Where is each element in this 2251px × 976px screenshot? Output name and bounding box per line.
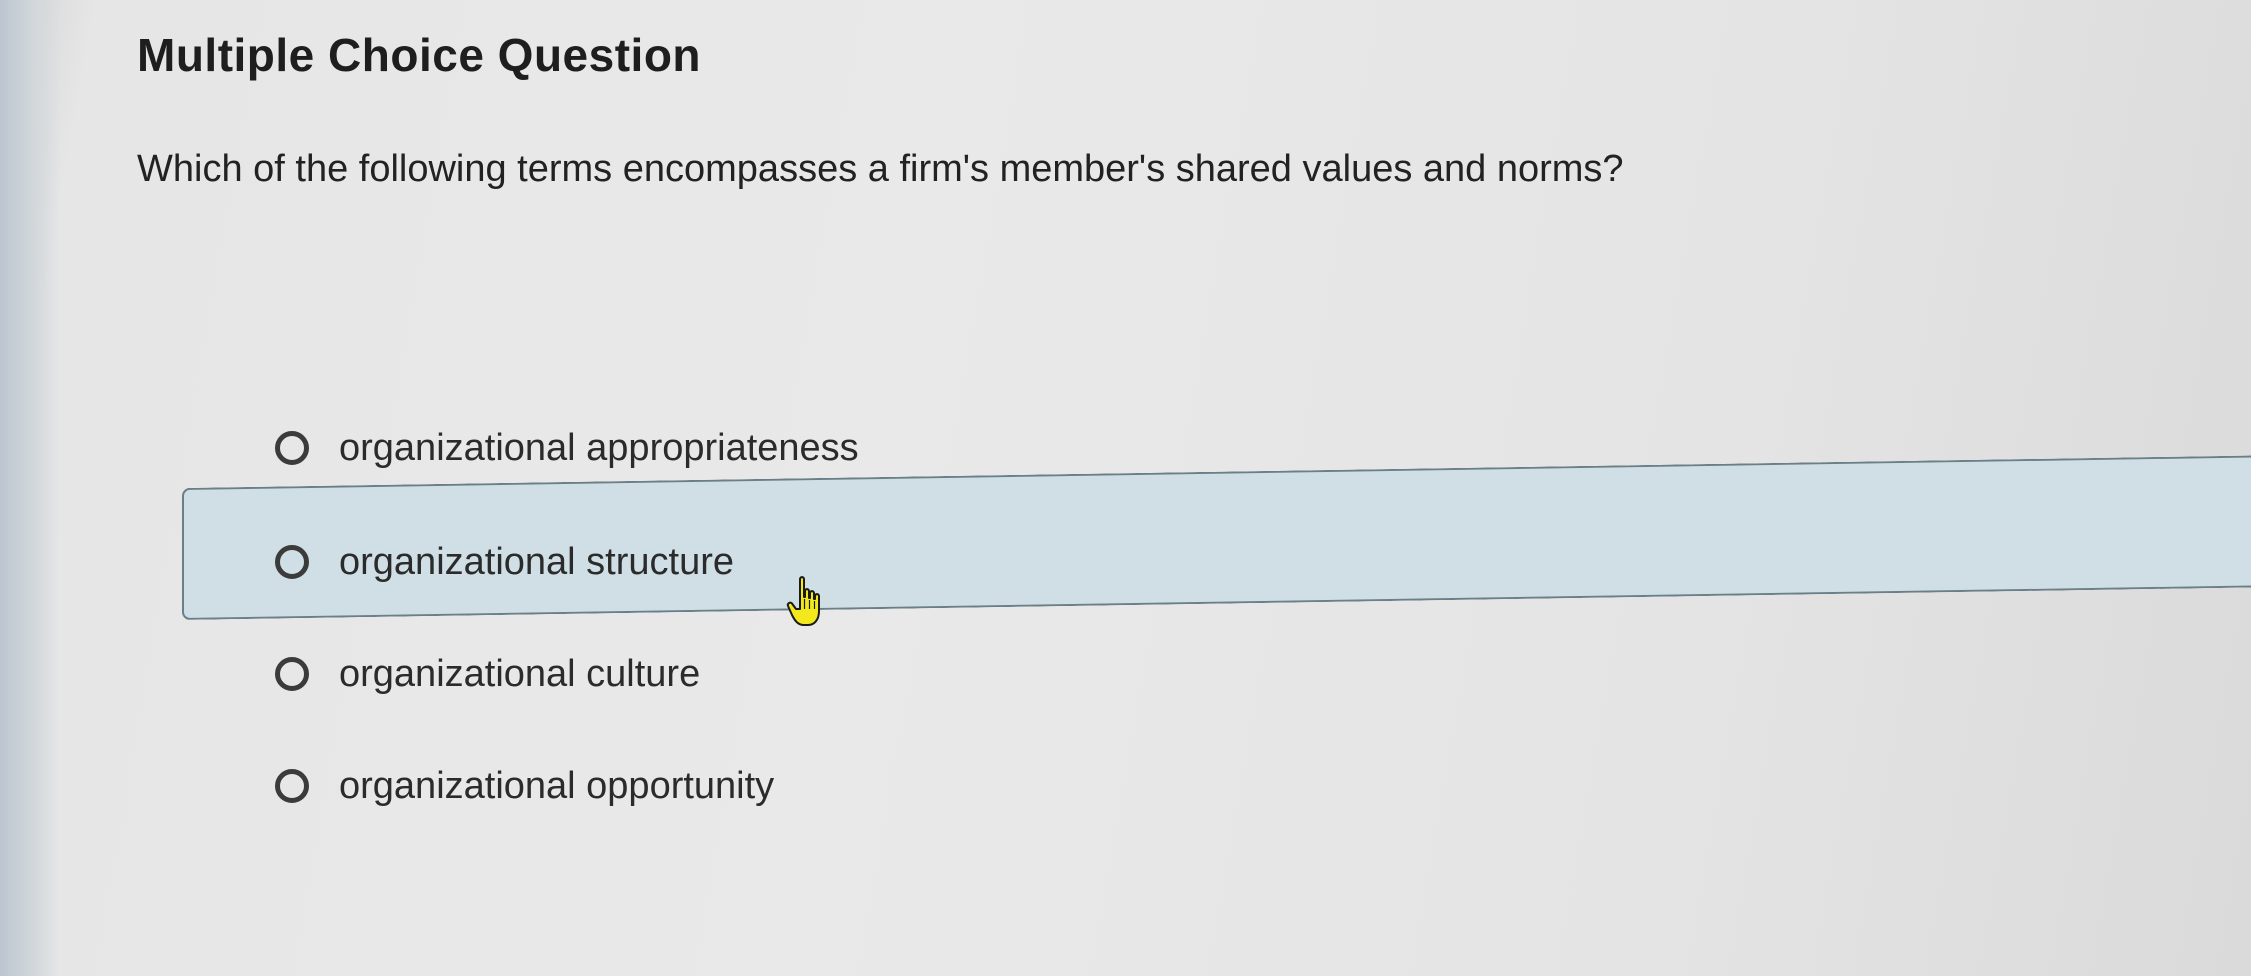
option-organizational-appropriateness[interactable]: organizational appropriateness (275, 418, 859, 478)
answer-options: organizational appropriateness organizat… (0, 0, 2251, 976)
option-label: organizational structure (339, 540, 734, 583)
radio-unchecked-icon[interactable] (275, 657, 309, 691)
radio-unchecked-icon[interactable] (275, 431, 309, 465)
hand-pointer-icon (786, 576, 820, 626)
radio-unchecked-icon[interactable] (275, 545, 309, 579)
option-label: organizational culture (339, 652, 701, 695)
option-organizational-culture[interactable]: organizational culture (275, 644, 700, 704)
radio-unchecked-icon[interactable] (275, 769, 309, 803)
option-label: organizational opportunity (339, 764, 775, 807)
option-organizational-structure[interactable]: organizational structure (275, 532, 734, 592)
option-organizational-opportunity[interactable]: organizational opportunity (275, 756, 774, 816)
option-label: organizational appropriateness (339, 426, 859, 469)
